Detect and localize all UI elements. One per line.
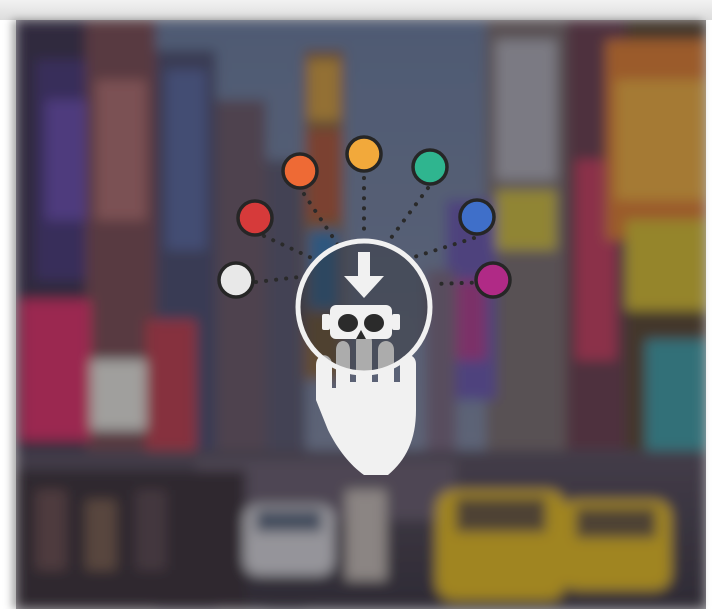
yellow-dot xyxy=(345,135,383,173)
green-dot xyxy=(411,148,449,186)
magenta-dot xyxy=(474,261,512,299)
vr-download-icon-overlay xyxy=(217,135,512,475)
orange-dot xyxy=(281,152,319,190)
blue-dot xyxy=(458,198,496,236)
red-dot xyxy=(236,199,274,237)
vr-headset-badge xyxy=(295,238,433,376)
top-shadow-bar xyxy=(0,0,712,20)
image-frame xyxy=(0,0,712,609)
vr-promo-image xyxy=(16,20,706,609)
white-dot xyxy=(217,261,255,299)
vr-headset-icon xyxy=(322,305,400,339)
